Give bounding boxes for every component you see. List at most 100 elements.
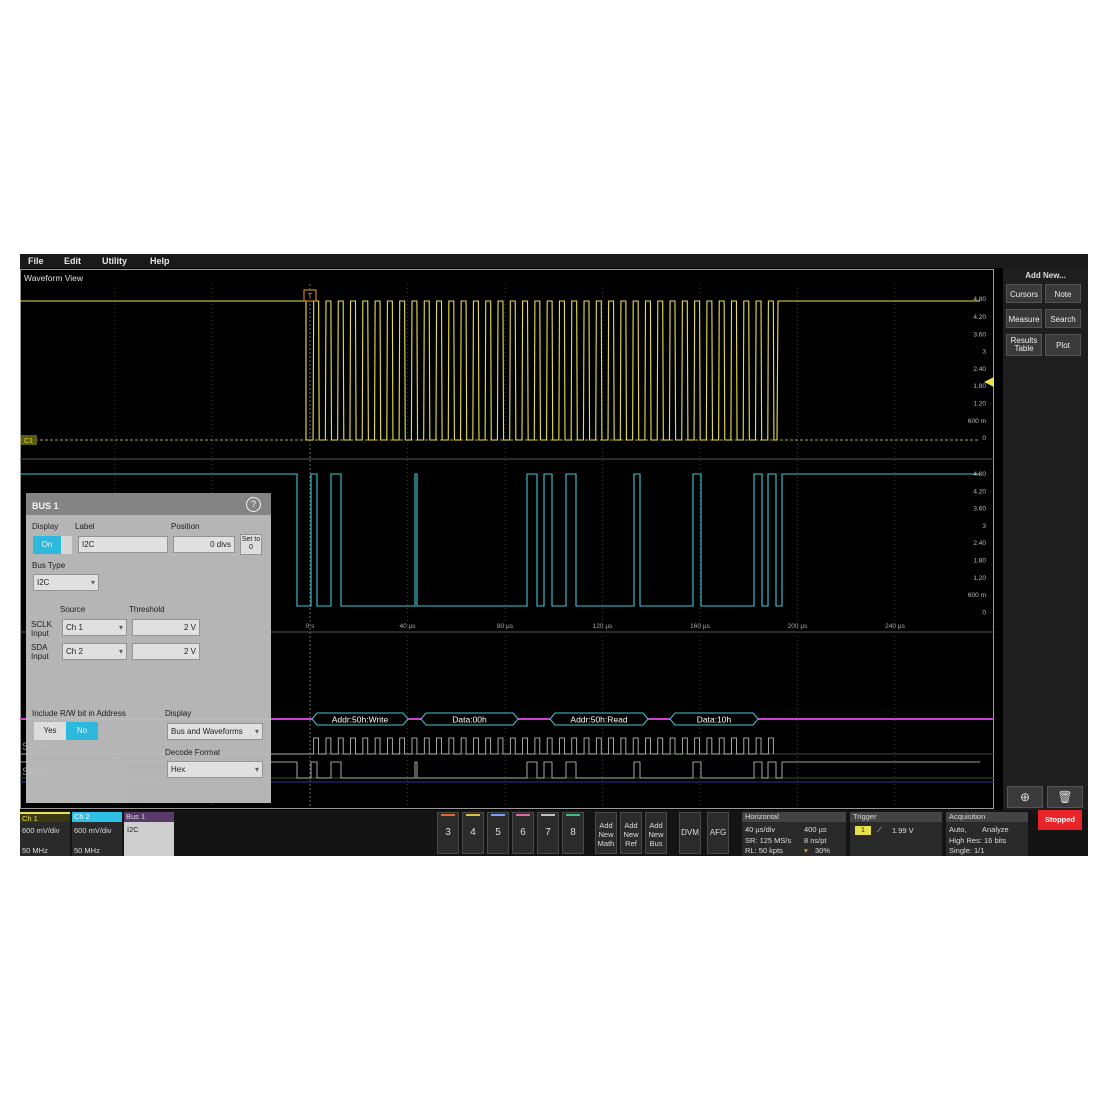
waveform-view-title: Waveform View: [24, 273, 84, 283]
channel-button-label: 4: [470, 827, 476, 838]
channel-button-4[interactable]: 4: [462, 812, 484, 854]
sclk-threshold-input[interactable]: 2 V: [132, 619, 200, 636]
set-to-zero-button[interactable]: Set to 0: [240, 534, 262, 555]
display-on-toggle[interactable]: On: [33, 536, 61, 554]
channel-button-8[interactable]: 8: [562, 812, 584, 854]
zoom-icon[interactable]: ⊕: [1007, 786, 1043, 808]
channel-color-bar: [466, 814, 480, 816]
time-axis-label: 240 µs: [885, 623, 905, 630]
trash-icon[interactable]: 🗑: [1047, 786, 1083, 808]
trigger-t-label: T: [308, 292, 313, 301]
ch2-scale-label: 1.80: [973, 558, 986, 565]
channel-button-5[interactable]: 5: [487, 812, 509, 854]
trigger-position-icon: ▾: [804, 846, 808, 855]
ch2-scale-label: 2.40: [973, 540, 986, 547]
note-button[interactable]: Note: [1045, 284, 1081, 303]
horizontal-scale: 40 µs/div: [745, 825, 776, 834]
ch2-bandwidth: 50 MHz: [74, 846, 100, 855]
acquisition-single: Single: 1/1: [949, 846, 985, 855]
trigger-source: 1: [855, 826, 871, 835]
horizontal-title: Horizontal: [742, 812, 846, 822]
rw-no-toggle[interactable]: No: [66, 722, 98, 740]
ch1-scale-label: 3: [982, 349, 986, 356]
sample-rate: SR: 125 MS/s: [745, 836, 792, 845]
acquisition-badge[interactable]: Acquisition Auto, Analyze High Res: 16 b…: [946, 812, 1028, 856]
bus-display-select[interactable]: Bus and Waveforms: [167, 723, 263, 740]
add-new-bus-button[interactable]: Add New Bus: [645, 812, 667, 854]
channel-button-3[interactable]: 3: [437, 812, 459, 854]
ch2-scale-label: 600 m: [968, 592, 986, 599]
time-axis-label: 0 s: [306, 623, 315, 630]
afg-button[interactable]: AFG: [707, 812, 729, 854]
display-toggle-off[interactable]: [61, 536, 72, 554]
trigger-badge[interactable]: Trigger 1 ⟋ 1.99 V: [850, 812, 942, 856]
menu-utility[interactable]: Utility: [102, 256, 127, 266]
add-new-math-button[interactable]: Add New Math: [595, 812, 617, 854]
label-label: Label: [75, 522, 95, 531]
ch2-name: Ch 2: [72, 812, 122, 822]
ch1-bandwidth: 50 MHz: [22, 846, 48, 855]
time-axis-label: 80 µs: [497, 623, 514, 630]
channel-color-bar: [541, 814, 555, 816]
search-button[interactable]: Search: [1045, 309, 1081, 328]
decode-format-select[interactable]: Hex: [167, 761, 263, 778]
ch2-badge[interactable]: Ch 2 600 mV/div 50 MHz: [72, 812, 122, 856]
menu-bar: File Edit Utility Help: [20, 254, 1088, 268]
ch1-badge[interactable]: Ch 1 600 mV/div 50 MHz: [20, 812, 70, 856]
channel-button-7[interactable]: 7: [537, 812, 559, 854]
channel-button-6[interactable]: 6: [512, 812, 534, 854]
ch1-scale-label: 2.40: [973, 366, 986, 373]
threshold-label: Threshold: [129, 605, 165, 614]
menu-file[interactable]: File: [28, 256, 44, 266]
bus-type-select[interactable]: I2C: [33, 574, 99, 591]
sda-threshold-input[interactable]: 2 V: [132, 643, 200, 660]
bus1-type: I2C: [127, 825, 139, 834]
ch1-marker-label: C1: [24, 438, 33, 445]
bus-type-label: Bus Type: [32, 561, 66, 570]
bus-panel-header: [26, 493, 271, 515]
ch2-scale-label: 4.80: [973, 471, 986, 478]
rw-yes-toggle[interactable]: Yes: [34, 722, 66, 740]
source-label: Source: [60, 605, 86, 614]
ch2-scale-label: 4.20: [973, 488, 986, 495]
time-resolution: 8 ns/pt: [804, 836, 827, 845]
trigger-title: Trigger: [850, 812, 942, 822]
position-label: Position: [171, 522, 200, 531]
add-new-ref-button[interactable]: Add New Ref: [620, 812, 642, 854]
ch2-scale-label: 3: [982, 523, 986, 530]
decode-packet-label: Data:00h: [452, 715, 487, 725]
trigger-level: 1.99 V: [892, 826, 914, 835]
acquisition-resolution: High Res: 16 bits: [949, 836, 1007, 845]
plot-button[interactable]: Plot: [1045, 334, 1081, 356]
results-table-button[interactable]: Results Table: [1006, 334, 1042, 356]
add-new-panel: Add New... Cursors Note Measure Search R…: [1003, 268, 1088, 810]
trigger-position: 30%: [815, 846, 831, 855]
help-icon[interactable]: ?: [246, 497, 261, 512]
channel-color-bar: [566, 814, 580, 816]
settings-bar: Ch 1 600 mV/div 50 MHz Ch 2 600 mV/div 5…: [20, 810, 1088, 856]
ch1-scale-label: 1.80: [973, 383, 986, 390]
horizontal-duration: 400 µs: [804, 825, 827, 834]
sclk-source-select[interactable]: Ch 1: [62, 619, 127, 636]
label-input[interactable]: I2C: [78, 536, 168, 553]
bus-config-panel: BUS 1 ? Display On Label I2C Position 0 …: [26, 493, 271, 803]
menu-edit[interactable]: Edit: [64, 256, 81, 266]
acquisition-title: Acquisition: [946, 812, 1028, 822]
measure-button[interactable]: Measure: [1006, 309, 1042, 328]
ch1-scale-label: 0: [982, 435, 986, 442]
channel-color-bar: [516, 814, 530, 816]
run-stop-button[interactable]: Stopped: [1038, 810, 1082, 830]
bus1-badge[interactable]: Bus 1 I2C: [124, 812, 174, 856]
ch2-scale: 600 mV/div: [74, 826, 112, 835]
cursors-button[interactable]: Cursors: [1006, 284, 1042, 303]
sda-source-select[interactable]: Ch 2: [62, 643, 127, 660]
horizontal-badge[interactable]: Horizontal 40 µs/div 400 µs SR: 125 MS/s…: [742, 812, 846, 856]
ch1-name: Ch 1: [20, 812, 70, 823]
menu-help[interactable]: Help: [150, 256, 170, 266]
channel-color-bar: [491, 814, 505, 816]
channel-button-label: 6: [520, 827, 526, 838]
dvm-button[interactable]: DVM: [679, 812, 701, 854]
acquisition-mode: Auto,: [949, 825, 967, 834]
record-length: RL: 50 kpts: [745, 846, 783, 855]
position-input[interactable]: 0 divs: [173, 536, 235, 553]
